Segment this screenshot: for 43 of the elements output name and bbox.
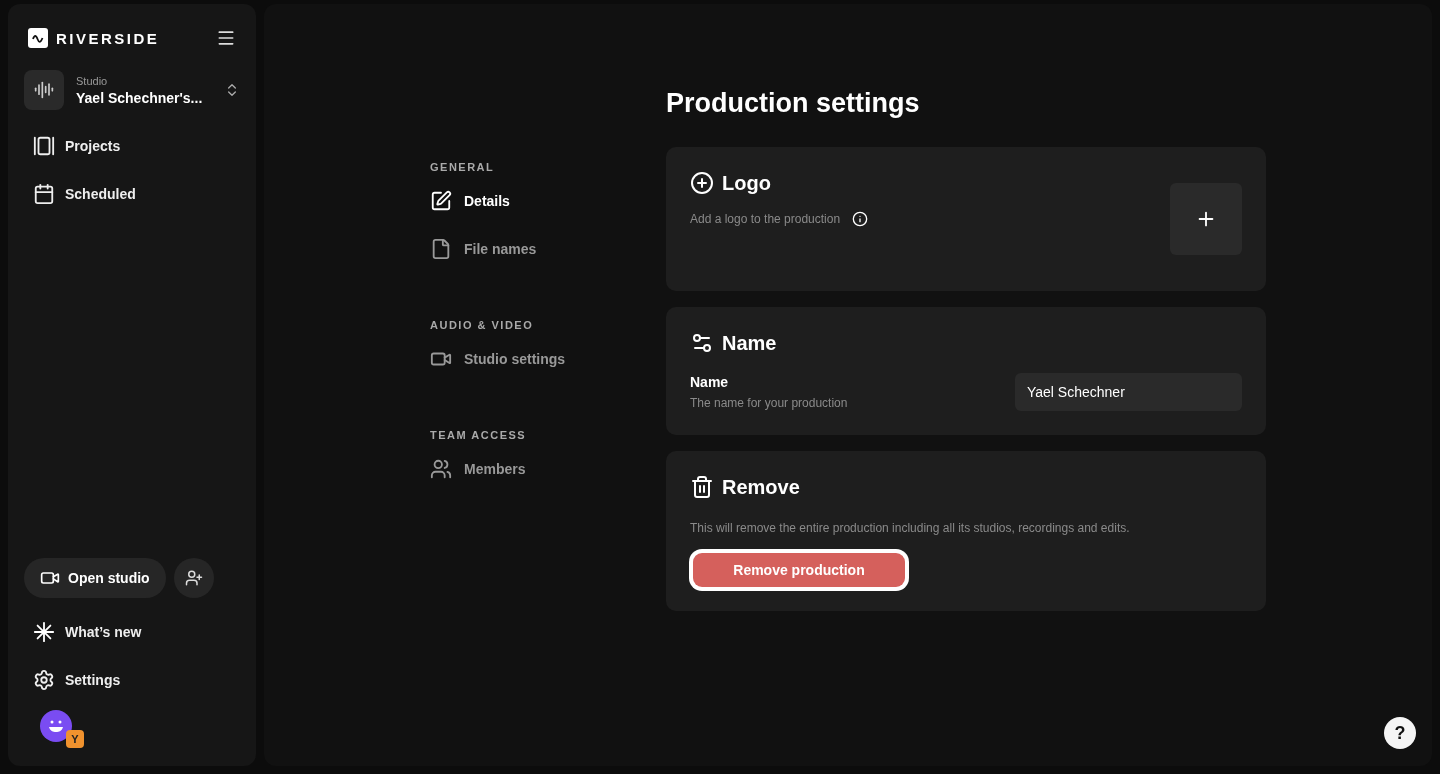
nav-section-heading: TEAM ACCESS <box>430 429 528 441</box>
field-hint: The name for your production <box>690 396 848 410</box>
sidebar-item[interactable]: Scheduled <box>24 170 240 218</box>
studio-name: Yael Schechner's... <box>76 89 204 106</box>
trash-icon <box>690 475 714 499</box>
pencil-icon <box>430 190 452 212</box>
sidebar-item[interactable]: Settings <box>24 656 240 704</box>
card-title: Logo <box>722 171 771 195</box>
sparkle-icon <box>33 621 55 643</box>
nav-section-heading: AUDIO & VIDEO <box>430 319 535 331</box>
field-label: Name <box>690 374 730 390</box>
settings-icon <box>33 669 55 691</box>
user-initial-badge: Y <box>66 730 84 748</box>
invite-button[interactable] <box>173 558 214 598</box>
info-icon[interactable] <box>852 211 869 227</box>
menu-icon[interactable] <box>216 28 236 48</box>
settings-nav-item[interactable]: Details <box>430 177 666 225</box>
card-title: Remove <box>722 475 800 499</box>
card-description: This will remove the entire production including all its studios, recordings and edits. <box>690 521 1131 535</box>
sidebar-item[interactable]: Projects <box>24 122 240 170</box>
card-description: Add a logo to the production <box>690 212 841 226</box>
avatar[interactable] <box>40 710 72 742</box>
settings-nav-item[interactable]: Members <box>430 445 666 493</box>
settings-nav-item[interactable]: Studio settings <box>430 335 666 383</box>
user-plus-icon <box>184 569 203 587</box>
logo-icon <box>28 28 48 48</box>
nav-section-heading: GENERAL <box>430 161 496 173</box>
sidebar-item[interactable]: What’s new <box>24 608 240 656</box>
page-title: Production settings <box>666 88 921 119</box>
plus-circle-icon <box>690 171 714 195</box>
file-icon <box>430 238 452 260</box>
studio-label: Studio <box>76 74 109 87</box>
users-icon <box>430 458 452 480</box>
calendar-icon <box>33 183 55 205</box>
help-button[interactable]: ? <box>1384 717 1416 749</box>
card-title: Name <box>722 331 777 355</box>
gallery-icon <box>33 135 55 157</box>
settings-nav-item[interactable]: File names <box>430 225 666 273</box>
open-studio-button[interactable]: Open studio <box>24 558 166 598</box>
brand-name: RIVERSIDE <box>56 29 160 47</box>
audio-lines-icon <box>34 80 54 100</box>
name-input-field[interactable]: Yael Schechner <box>1015 373 1242 411</box>
sliders-icon <box>690 331 714 355</box>
